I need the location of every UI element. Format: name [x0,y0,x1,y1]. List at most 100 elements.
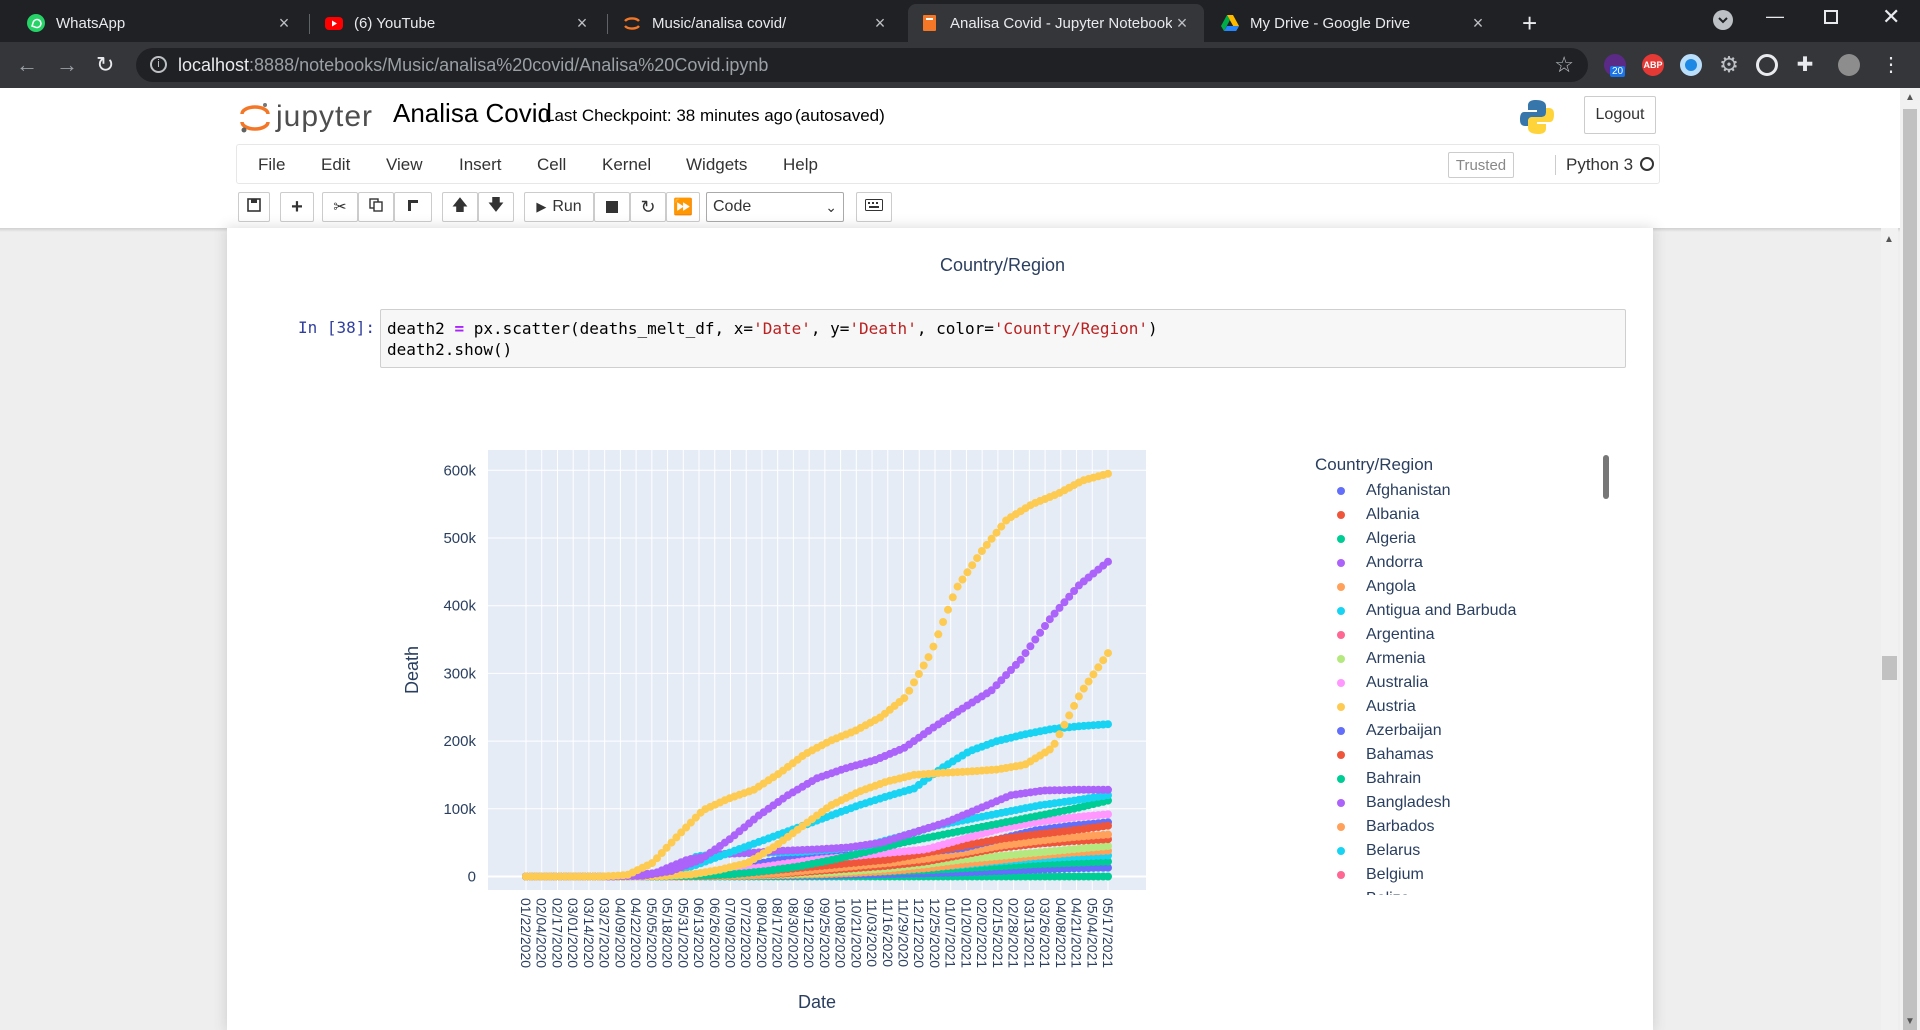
tab-youtube[interactable]: (6) YouTube × [312,4,604,42]
legend-item[interactable]: Algeria [1315,527,1605,551]
x-tick-label: 07/09/2020 [722,898,738,968]
reload-icon[interactable]: ↻ [96,52,114,78]
cell-type-select[interactable]: Code ⌄ [706,192,844,222]
menu-cell[interactable]: Cell [537,155,566,175]
move-up-button[interactable]: 🡅 [442,192,478,222]
scroll-up-arrow-icon[interactable]: ▲ [1884,234,1894,245]
legend-item[interactable]: Belgium [1315,863,1605,887]
close-tab-icon[interactable]: × [1172,13,1192,34]
code-cell-editor[interactable]: death2 = px.scatter(deaths_melt_df, x='D… [380,309,1626,368]
new-tab-button[interactable]: + [1522,8,1537,39]
legend-item[interactable]: Bangladesh [1315,791,1605,815]
legend-item[interactable]: Belize [1315,887,1605,895]
menubar: File Edit View Insert Cell Kernel Widget… [236,144,1660,184]
address-bar[interactable]: i localhost:8888/notebooks/Music/analisa… [136,48,1588,82]
menu-kernel[interactable]: Kernel [602,155,651,175]
command-palette-button[interactable] [856,192,892,222]
restore-button[interactable] [1824,10,1838,24]
page-scrollbar[interactable]: ▲ ▼ [1900,88,1920,1030]
restart-button[interactable]: ↻ [630,192,666,222]
page-scrollbar-thumb[interactable] [1903,109,1917,1030]
bookmark-star-icon[interactable]: ☆ [1554,52,1574,78]
menu-view[interactable]: View [386,155,423,175]
legend-marker-icon [1337,607,1345,615]
legend-item[interactable]: Andorra [1315,551,1605,575]
insert-cell-button[interactable]: + [280,192,314,222]
close-window-button[interactable]: ✕ [1882,4,1900,30]
legend-label: Armenia [1366,650,1426,667]
data-point [1099,656,1108,665]
run-button[interactable]: ▶ Run [524,192,594,222]
extensions-puzzle-icon[interactable]: ✚ [1794,54,1816,76]
restart-run-all-button[interactable]: ⏩ [666,192,700,222]
tab-analisa-covid[interactable]: Analisa Covid - Jupyter Notebook × [908,4,1204,42]
legend-item[interactable]: Albania [1315,503,1605,527]
legend-item[interactable]: Afghanistan [1315,479,1605,503]
chart-legend[interactable]: Country/Region Afghanistan Albania Algeria… [1315,455,1605,895]
jupyter-wordmark: jupyter [276,100,374,133]
cut-button[interactable]: ✂ [322,192,358,222]
legend-item[interactable]: Antigua and Barbuda [1315,599,1605,623]
legend-marker-icon [1337,775,1345,783]
paste-button[interactable] [394,192,432,222]
run-label: Run [552,198,582,215]
data-point [1094,663,1103,672]
logout-button[interactable]: Logout [1584,96,1656,134]
notebook-name[interactable]: Analisa Covid [393,98,552,129]
legend-item[interactable]: Bahamas [1315,743,1605,767]
y-tick-label: 600k [443,462,476,479]
close-tab-icon[interactable]: × [1468,13,1488,34]
legend-marker-icon [1337,631,1345,639]
y-tick-label: 300k [443,665,476,682]
extension-circle-icon[interactable] [1680,54,1702,76]
close-tab-icon[interactable]: × [572,13,592,34]
adblock-icon[interactable]: ABP [1642,54,1664,76]
page-scroll-up-arrow-icon[interactable]: ▲ [1905,92,1915,103]
legend-item[interactable]: Barbados [1315,815,1605,839]
y-tick-label: 100k [443,801,476,818]
menu-edit[interactable]: Edit [321,155,350,175]
trusted-indicator[interactable]: Trusted [1448,152,1514,178]
page-scroll-down-arrow-icon[interactable]: ▼ [1905,1016,1915,1027]
legend-item[interactable]: Armenia [1315,647,1605,671]
notebook-scrollbar-thumb[interactable] [1882,656,1897,680]
close-tab-icon[interactable]: × [274,13,294,34]
data-point [1104,785,1112,794]
legend-item[interactable]: Australia [1315,671,1605,695]
profile-avatar[interactable] [1838,54,1860,76]
notebook-scrollbar[interactable]: ▲ [1881,228,1898,1030]
tab-google-drive[interactable]: My Drive - Google Drive × [1208,4,1500,42]
settings-gear-icon[interactable]: ⚙ [1718,54,1740,76]
menu-help[interactable]: Help [783,155,818,175]
extension-badge-icon[interactable]: 20 [1604,54,1626,77]
save-button[interactable] [238,192,270,222]
minimize-button[interactable]: — [1766,6,1784,27]
close-tab-icon[interactable]: × [870,13,890,34]
forward-icon[interactable]: → [56,52,78,78]
tab-search-icon[interactable] [1713,10,1733,30]
menu-insert[interactable]: Insert [459,155,502,175]
jupyter-logo[interactable]: jupyter [240,100,373,134]
site-info-icon[interactable]: i [150,56,167,73]
menu-widgets[interactable]: Widgets [686,155,747,175]
tab-jupyter-tree[interactable]: Music/analisa covid/ × [610,4,902,42]
legend-item[interactable]: Bahrain [1315,767,1605,791]
tab-separator [309,14,310,34]
legend-item[interactable]: Belarus [1315,839,1605,863]
url-text: localhost:8888/notebooks/Music/analisa%2… [178,55,769,75]
tab-whatsapp[interactable]: WhatsApp × [14,4,306,42]
extension-ring-icon[interactable] [1756,54,1778,76]
menu-file[interactable]: File [258,155,285,175]
interrupt-button[interactable] [594,192,630,222]
copy-button[interactable] [358,192,394,222]
legend-item[interactable]: Angola [1315,575,1605,599]
python-logo-icon [1518,98,1556,141]
legend-item[interactable]: Azerbaijan [1315,719,1605,743]
legend-scrollbar[interactable] [1603,455,1609,499]
back-icon[interactable]: ← [16,52,38,78]
legend-item[interactable]: Argentina [1315,623,1605,647]
legend-item[interactable]: Austria [1315,695,1605,719]
move-down-button[interactable]: 🡇 [478,192,514,222]
scatter-chart[interactable]: 0100k200k300k400k500k600k 01/22/2020 02/0… [380,430,1300,1030]
chrome-menu-icon[interactable]: ⋮ [1880,54,1902,76]
